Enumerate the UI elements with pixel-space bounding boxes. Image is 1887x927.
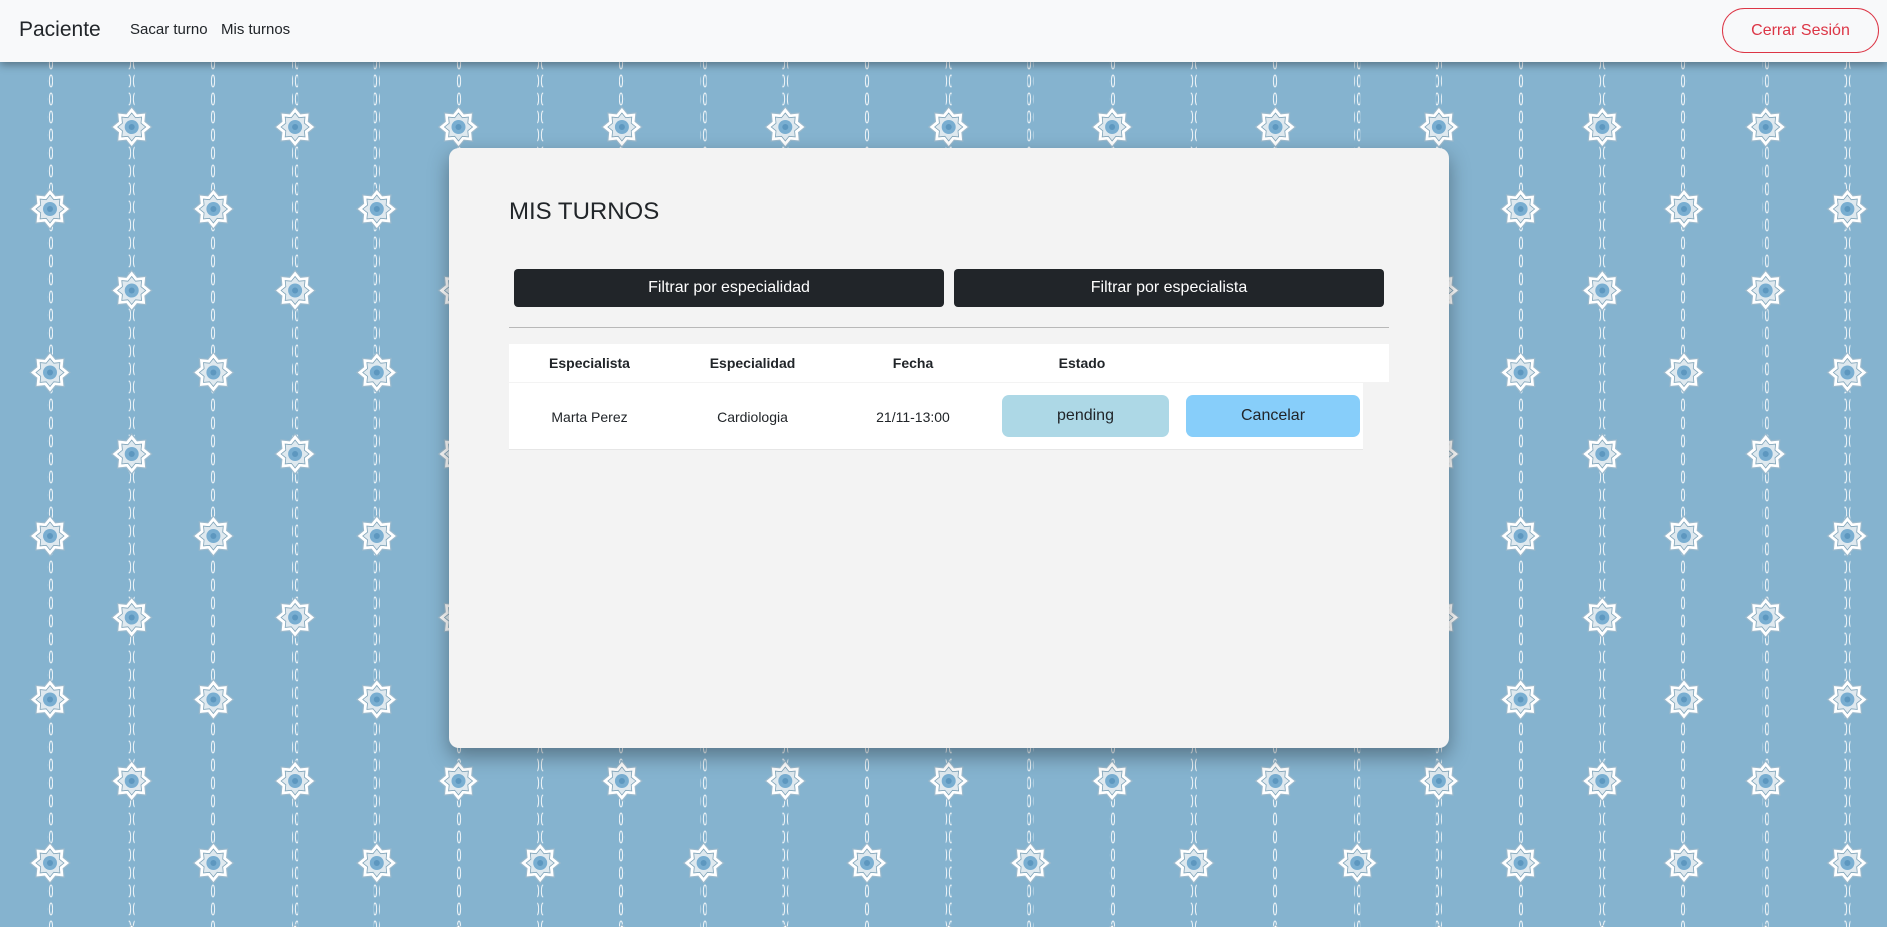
star-ornament-icon [1418, 106, 1460, 148]
star-ornament-icon [1499, 188, 1542, 230]
column-header-especialidad: Especialidad [709, 355, 796, 371]
star-ornament-icon [1173, 842, 1215, 884]
star-ornament-icon [1826, 842, 1869, 884]
star-ornament-icon [1009, 842, 1052, 884]
star-ornament-icon [111, 596, 153, 639]
top-navbar: Paciente Sacar turno Mis turnos Cerrar S… [0, 0, 1887, 62]
star-ornament-icon [601, 106, 643, 148]
star-ornament-icon [437, 106, 480, 148]
star-ornament-icon [274, 596, 316, 639]
star-ornament-icon [1663, 188, 1705, 230]
chain-strand [1844, 0, 1851, 927]
star-ornament-icon [1254, 106, 1297, 148]
star-ornament-icon [437, 760, 480, 802]
star-ornament-icon [356, 678, 398, 721]
star-ornament-icon [111, 760, 153, 802]
star-ornament-icon [192, 188, 234, 230]
star-ornament-icon [601, 760, 643, 802]
star-ornament-icon [111, 269, 153, 312]
star-ornament-icon [29, 678, 71, 721]
star-ornament-icon [1826, 351, 1869, 394]
star-ornament-icon [1745, 269, 1787, 312]
star-ornament-icon [1663, 842, 1705, 884]
star-ornament-icon [1663, 678, 1705, 721]
star-ornament-icon [1826, 678, 1869, 721]
page-title: MIS TURNOS [509, 198, 660, 225]
cell-fecha: 21/11-13:00 [876, 409, 950, 425]
star-ornament-icon [274, 106, 316, 148]
star-ornament-icon [1581, 269, 1623, 312]
star-ornament-icon [1745, 596, 1787, 639]
star-ornament-icon [29, 351, 71, 394]
star-ornament-icon [519, 842, 561, 884]
star-ornament-icon [1826, 188, 1869, 230]
star-ornament-icon [356, 842, 398, 884]
filter-by-specialist-button[interactable]: Filtrar por especialista [954, 269, 1384, 307]
divider [509, 327, 1389, 328]
status-button[interactable]: pending [1002, 395, 1169, 437]
star-ornament-icon [356, 515, 398, 557]
table-header: Especialista Especialidad Fecha Estado [509, 344, 1389, 382]
brand-link[interactable]: Paciente [19, 18, 101, 42]
star-ornament-icon [192, 515, 234, 557]
table-row: Marta Perez Cardiologia 21/11-13:00 pend… [509, 383, 1363, 450]
star-ornament-icon [1745, 760, 1787, 802]
nav-link-sacar-turno[interactable]: Sacar turno [130, 21, 208, 39]
column-header-especialista: Especialista [549, 355, 630, 371]
star-ornament-icon [192, 842, 234, 884]
logout-button[interactable]: Cerrar Sesión [1722, 8, 1879, 53]
star-ornament-icon [1091, 106, 1133, 148]
star-ornament-icon [356, 351, 398, 394]
turnos-card: MIS TURNOS Filtrar por especialidad Filt… [449, 148, 1449, 748]
star-ornament-icon [1336, 842, 1378, 884]
star-ornament-icon [1254, 760, 1297, 802]
star-ornament-icon [274, 269, 316, 312]
star-ornament-icon [1663, 515, 1705, 557]
star-ornament-icon [1499, 515, 1542, 557]
star-ornament-icon [846, 842, 888, 884]
star-ornament-icon [1745, 433, 1787, 475]
chain-strand [1681, 0, 1687, 927]
star-ornament-icon [29, 842, 71, 884]
star-ornament-icon [1499, 678, 1542, 721]
star-ornament-icon [192, 678, 234, 721]
star-ornament-icon [1581, 596, 1623, 639]
star-ornament-icon [192, 351, 234, 394]
star-ornament-icon [1499, 351, 1542, 394]
star-ornament-icon [764, 760, 806, 802]
star-ornament-icon [1745, 106, 1787, 148]
star-ornament-icon [928, 106, 970, 148]
cancel-appointment-button[interactable]: Cancelar [1186, 395, 1360, 437]
star-ornament-icon [928, 760, 970, 802]
star-ornament-icon [29, 188, 71, 230]
column-header-estado: Estado [1058, 355, 1106, 371]
star-ornament-icon [1581, 433, 1623, 475]
star-ornament-icon [29, 515, 71, 557]
chain-strand [373, 0, 380, 927]
star-ornament-icon [274, 760, 316, 802]
column-header-fecha: Fecha [892, 355, 934, 371]
star-ornament-icon [1091, 760, 1133, 802]
cell-especialista: Marta Perez [551, 409, 628, 425]
star-ornament-icon [1418, 760, 1460, 802]
star-ornament-icon [1581, 106, 1623, 148]
star-ornament-icon [682, 842, 725, 884]
star-ornament-icon [1826, 515, 1869, 557]
chain-strand [47, 0, 53, 927]
star-ornament-icon [274, 433, 316, 475]
star-ornament-icon [764, 106, 806, 148]
nav-link-mis-turnos[interactable]: Mis turnos [221, 21, 290, 39]
star-ornament-icon [356, 188, 398, 230]
star-ornament-icon [1499, 842, 1542, 884]
star-ornament-icon [111, 106, 153, 148]
chain-strand [1517, 0, 1524, 927]
star-ornament-icon [111, 433, 153, 475]
chain-strand [210, 0, 217, 927]
star-ornament-icon [1663, 351, 1705, 394]
star-ornament-icon [1581, 760, 1623, 802]
filter-by-specialty-button[interactable]: Filtrar por especialidad [514, 269, 944, 307]
cell-especialidad: Cardiologia [717, 409, 788, 425]
